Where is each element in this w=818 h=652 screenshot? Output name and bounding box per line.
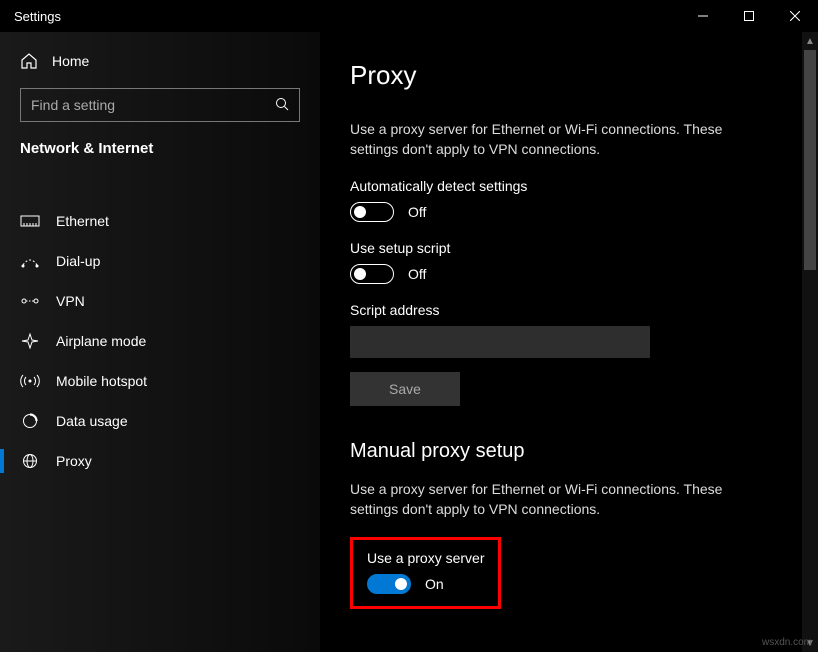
page-title: Proxy bbox=[350, 60, 788, 91]
proxy-icon bbox=[20, 453, 40, 469]
home-nav[interactable]: Home bbox=[0, 42, 320, 80]
scroll-up-button[interactable]: ▲ bbox=[802, 32, 818, 50]
home-icon bbox=[20, 52, 38, 70]
sidebar-item-label: Mobile hotspot bbox=[56, 373, 147, 389]
setup-script-state: Off bbox=[408, 266, 426, 282]
auto-detect-toggle[interactable] bbox=[350, 202, 394, 222]
setup-script-row: Off bbox=[350, 264, 788, 284]
airplane-icon bbox=[20, 333, 40, 349]
sidebar-item-label: Dial-up bbox=[56, 253, 100, 269]
vpn-icon bbox=[20, 293, 40, 309]
watermark: wsxdn.com bbox=[762, 637, 812, 648]
sidebar-nav: Ethernet Dial-up VPN Airplane mode bbox=[0, 201, 320, 481]
auto-detect-state: Off bbox=[408, 204, 426, 220]
use-proxy-toggle[interactable] bbox=[367, 574, 411, 594]
auto-detect-label: Automatically detect settings bbox=[350, 178, 788, 194]
ethernet-icon bbox=[20, 213, 40, 229]
search-input[interactable] bbox=[31, 97, 275, 113]
window-title: Settings bbox=[14, 9, 61, 24]
close-button[interactable] bbox=[772, 0, 818, 32]
main-panel: Proxy Use a proxy server for Ethernet or… bbox=[320, 32, 818, 652]
maximize-icon bbox=[744, 11, 754, 21]
sidebar-item-label: Ethernet bbox=[56, 213, 109, 229]
sidebar-item-label: Airplane mode bbox=[56, 333, 146, 349]
setup-script-label: Use setup script bbox=[350, 240, 788, 256]
sidebar-item-label: Data usage bbox=[56, 413, 128, 429]
sidebar-item-dialup[interactable]: Dial-up bbox=[0, 241, 320, 281]
sidebar-item-airplane[interactable]: Airplane mode bbox=[0, 321, 320, 361]
use-proxy-state: On bbox=[425, 576, 444, 592]
sidebar-item-ethernet[interactable]: Ethernet bbox=[0, 201, 320, 241]
sidebar-item-vpn[interactable]: VPN bbox=[0, 281, 320, 321]
scrollbar-thumb[interactable] bbox=[804, 50, 816, 270]
scrollbar[interactable]: ▲ ▼ bbox=[802, 32, 818, 652]
sidebar-item-label: Proxy bbox=[56, 453, 92, 469]
sidebar-section-title: Network & Internet bbox=[0, 140, 320, 173]
sidebar-item-datausage[interactable]: Data usage bbox=[0, 401, 320, 441]
dialup-icon bbox=[20, 253, 40, 269]
window-controls bbox=[680, 0, 818, 32]
save-button[interactable]: Save bbox=[350, 372, 460, 406]
auto-proxy-description: Use a proxy server for Ethernet or Wi-Fi… bbox=[350, 119, 770, 160]
close-icon bbox=[790, 11, 800, 21]
highlight-annotation: Use a proxy server On bbox=[350, 537, 501, 609]
sidebar-item-label: VPN bbox=[56, 293, 85, 309]
titlebar: Settings bbox=[0, 0, 818, 32]
minimize-icon bbox=[698, 11, 708, 21]
home-label: Home bbox=[52, 53, 89, 69]
search-box[interactable] bbox=[20, 88, 300, 122]
search-icon bbox=[275, 97, 289, 114]
sidebar-item-proxy[interactable]: Proxy bbox=[0, 441, 320, 481]
hotspot-icon bbox=[20, 373, 40, 389]
maximize-button[interactable] bbox=[726, 0, 772, 32]
use-proxy-label: Use a proxy server bbox=[367, 550, 484, 566]
script-address-label: Script address bbox=[350, 302, 788, 318]
use-proxy-row: On bbox=[367, 574, 484, 594]
manual-proxy-heading: Manual proxy setup bbox=[350, 440, 788, 463]
minimize-button[interactable] bbox=[680, 0, 726, 32]
manual-proxy-description: Use a proxy server for Ethernet or Wi-Fi… bbox=[350, 479, 770, 520]
auto-detect-row: Off bbox=[350, 202, 788, 222]
sidebar-item-hotspot[interactable]: Mobile hotspot bbox=[0, 361, 320, 401]
sidebar: Home Network & Internet Ethernet Dial-up bbox=[0, 32, 320, 652]
content-area: Home Network & Internet Ethernet Dial-up bbox=[0, 32, 818, 652]
script-address-input[interactable] bbox=[350, 326, 650, 358]
data-usage-icon bbox=[20, 413, 40, 429]
setup-script-toggle[interactable] bbox=[350, 264, 394, 284]
